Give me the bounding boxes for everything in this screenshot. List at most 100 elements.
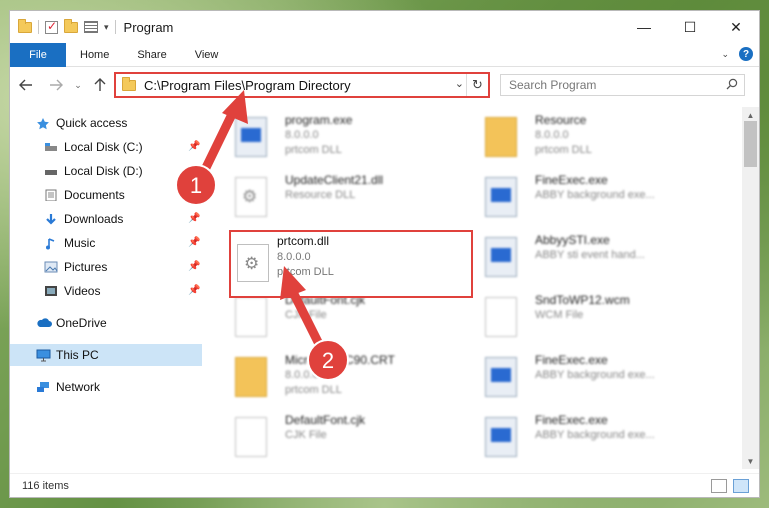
file-description: prtcom DLL [277,266,334,278]
sidebar-item-downloads[interactable]: Downloads 📌 [10,208,202,230]
recent-locations-button[interactable]: ⌄ [68,75,88,95]
file-tile[interactable]: FineExec.exe ABBY background exe... [465,351,705,407]
star-icon [36,117,50,130]
maximize-button[interactable]: ☐ [667,11,713,43]
tab-home[interactable]: Home [66,43,123,67]
up-button[interactable] [90,75,110,95]
pin-icon[interactable]: 📌 [188,141,200,152]
address-dropdown-icon[interactable]: ⌄ [455,77,464,90]
ribbon-tabs: File Home Share View ⌄ ? [10,42,759,67]
drive-icon [44,165,58,177]
sidebar-item-music[interactable]: Music 📌 [10,232,202,254]
search-input[interactable] [509,78,714,92]
file-version: 8.0.0.0 [277,251,311,263]
file-tile[interactable]: FineExec.exe ABBY background exe... [465,171,705,227]
back-button[interactable] [16,75,36,95]
refresh-button[interactable]: ↻ [466,74,488,96]
sidebar-item-onedrive[interactable]: OneDrive [10,312,202,334]
divider [38,20,39,34]
file-detail: 8.0.0.0 [285,369,319,381]
file-name: UpdateClient21.dll [285,173,384,187]
file-name: AbbyySTI.exe [535,233,610,247]
forward-button[interactable] [46,75,66,95]
sidebar-item-label: Videos [64,284,101,298]
forward-arrow-icon [50,79,63,91]
file-name: FineExec.exe [535,353,608,367]
file-tile[interactable]: Microsoft.VC90.CRT 8.0.0.0 prtcom DLL [215,351,455,407]
scroll-down-arrow-icon[interactable]: ▼ [742,453,759,469]
scrollbar-thumb[interactable] [744,121,757,167]
pin-icon[interactable]: 📌 [188,237,200,248]
close-button[interactable]: ✕ [713,11,759,43]
file-name: FineExec.exe [535,173,608,187]
file-tile[interactable]: UpdateClient21.dll Resource DLL [215,171,455,227]
file-tile[interactable]: DefaultFont.cjk CJK File [215,411,455,467]
large-icons-view-icon[interactable] [733,479,749,493]
network-icon [36,381,50,393]
folder-icon [122,76,136,91]
exe-file-icon [485,177,517,217]
up-arrow-icon [94,78,106,91]
navigation-bar: ⌄ C:\Program Files\Program Directory ⌄ ↻ [10,71,759,99]
file-tile[interactable]: FineExec.exe ABBY background exe... [465,411,705,467]
customize-dropdown-icon[interactable]: ▾ [104,22,109,33]
file-tile[interactable]: program.exe 8.0.0.0 prtcom DLL [215,111,455,167]
sidebar-item-network[interactable]: Network [10,376,202,398]
sidebar-item-label: Network [56,380,101,394]
folder-icon[interactable] [18,18,32,33]
minimize-button[interactable]: — [621,11,667,43]
expand-ribbon-icon[interactable]: ⌄ [721,49,729,60]
file-detail: ABBY background exe... [535,189,655,201]
quick-access-toolbar: ▾ [10,18,116,34]
sidebar-item-this-pc[interactable]: This PC [10,344,202,366]
cjk-file-icon [235,417,267,457]
address-bar[interactable]: C:\Program Files\Program Directory ⌄ ↻ [114,72,490,98]
exe-file-icon [485,417,517,457]
address-path[interactable]: C:\Program Files\Program Directory [144,78,351,93]
file-tile[interactable]: DefaultFont.cjk CJK File [215,291,455,347]
file-name: DefaultFont.cjk [285,413,366,427]
status-bar: 116 items [10,473,759,497]
file-tile[interactable]: AbbyySTI.exe ABBY sti event hand... [465,231,705,287]
file-detail: prtcom DLL [535,144,592,156]
view-toggle [711,479,749,493]
computer-icon [36,349,51,362]
sidebar-item-pictures[interactable]: Pictures 📌 [10,256,202,278]
sidebar-item-label: Pictures [64,260,108,274]
file-detail: ABBY sti event hand... [535,249,645,261]
file-name: program.exe [285,113,353,127]
sidebar-item-label: OneDrive [56,316,107,330]
new-folder-icon[interactable] [64,18,78,33]
file-name: Resource [535,113,587,127]
properties-icon[interactable] [84,21,98,33]
sidebar-item-quick-access[interactable]: Quick access [10,112,202,134]
drive-icon [44,141,58,153]
sidebar-item-local-disk-c[interactable]: Local Disk (C:) 📌 [10,136,202,158]
file-detail: WCM File [535,309,584,321]
tab-file[interactable]: File [10,42,66,67]
sidebar-item-local-disk-d[interactable]: Local Disk (D:) [10,160,202,182]
prtcom-dll-file-tile[interactable]: prtcom.dll 8.0.0.0 prtcom DLL [229,230,473,298]
title-bar: ▾ Program — ☐ ✕ [10,11,759,43]
file-detail: ABBY background exe... [535,429,655,441]
item-count: 116 items [22,479,69,492]
properties-check-icon[interactable] [45,19,58,34]
file-tile[interactable]: Resource 8.0.0.0 prtcom DLL [465,111,705,167]
search-icon[interactable] [726,78,738,90]
vertical-scrollbar[interactable]: ▲ ▼ [742,107,759,469]
search-box[interactable] [500,74,745,96]
pin-icon[interactable]: 📌 [188,213,200,224]
tab-view[interactable]: View [181,43,233,67]
help-icon[interactable]: ? [739,47,753,61]
file-tile[interactable]: SndToWP12.wcm WCM File [465,291,705,347]
sidebar-item-label: Local Disk (C:) [64,140,143,154]
cloud-icon [36,317,52,329]
back-arrow-icon [19,79,32,91]
details-view-icon[interactable] [711,479,727,493]
tab-share[interactable]: Share [123,43,180,67]
pin-icon[interactable]: 📌 [188,285,200,296]
sidebar-item-videos[interactable]: Videos 📌 [10,280,202,302]
file-detail: ABBY background exe... [535,369,655,381]
pin-icon[interactable]: 📌 [188,261,200,272]
sidebar-item-documents[interactable]: Documents [10,184,202,206]
